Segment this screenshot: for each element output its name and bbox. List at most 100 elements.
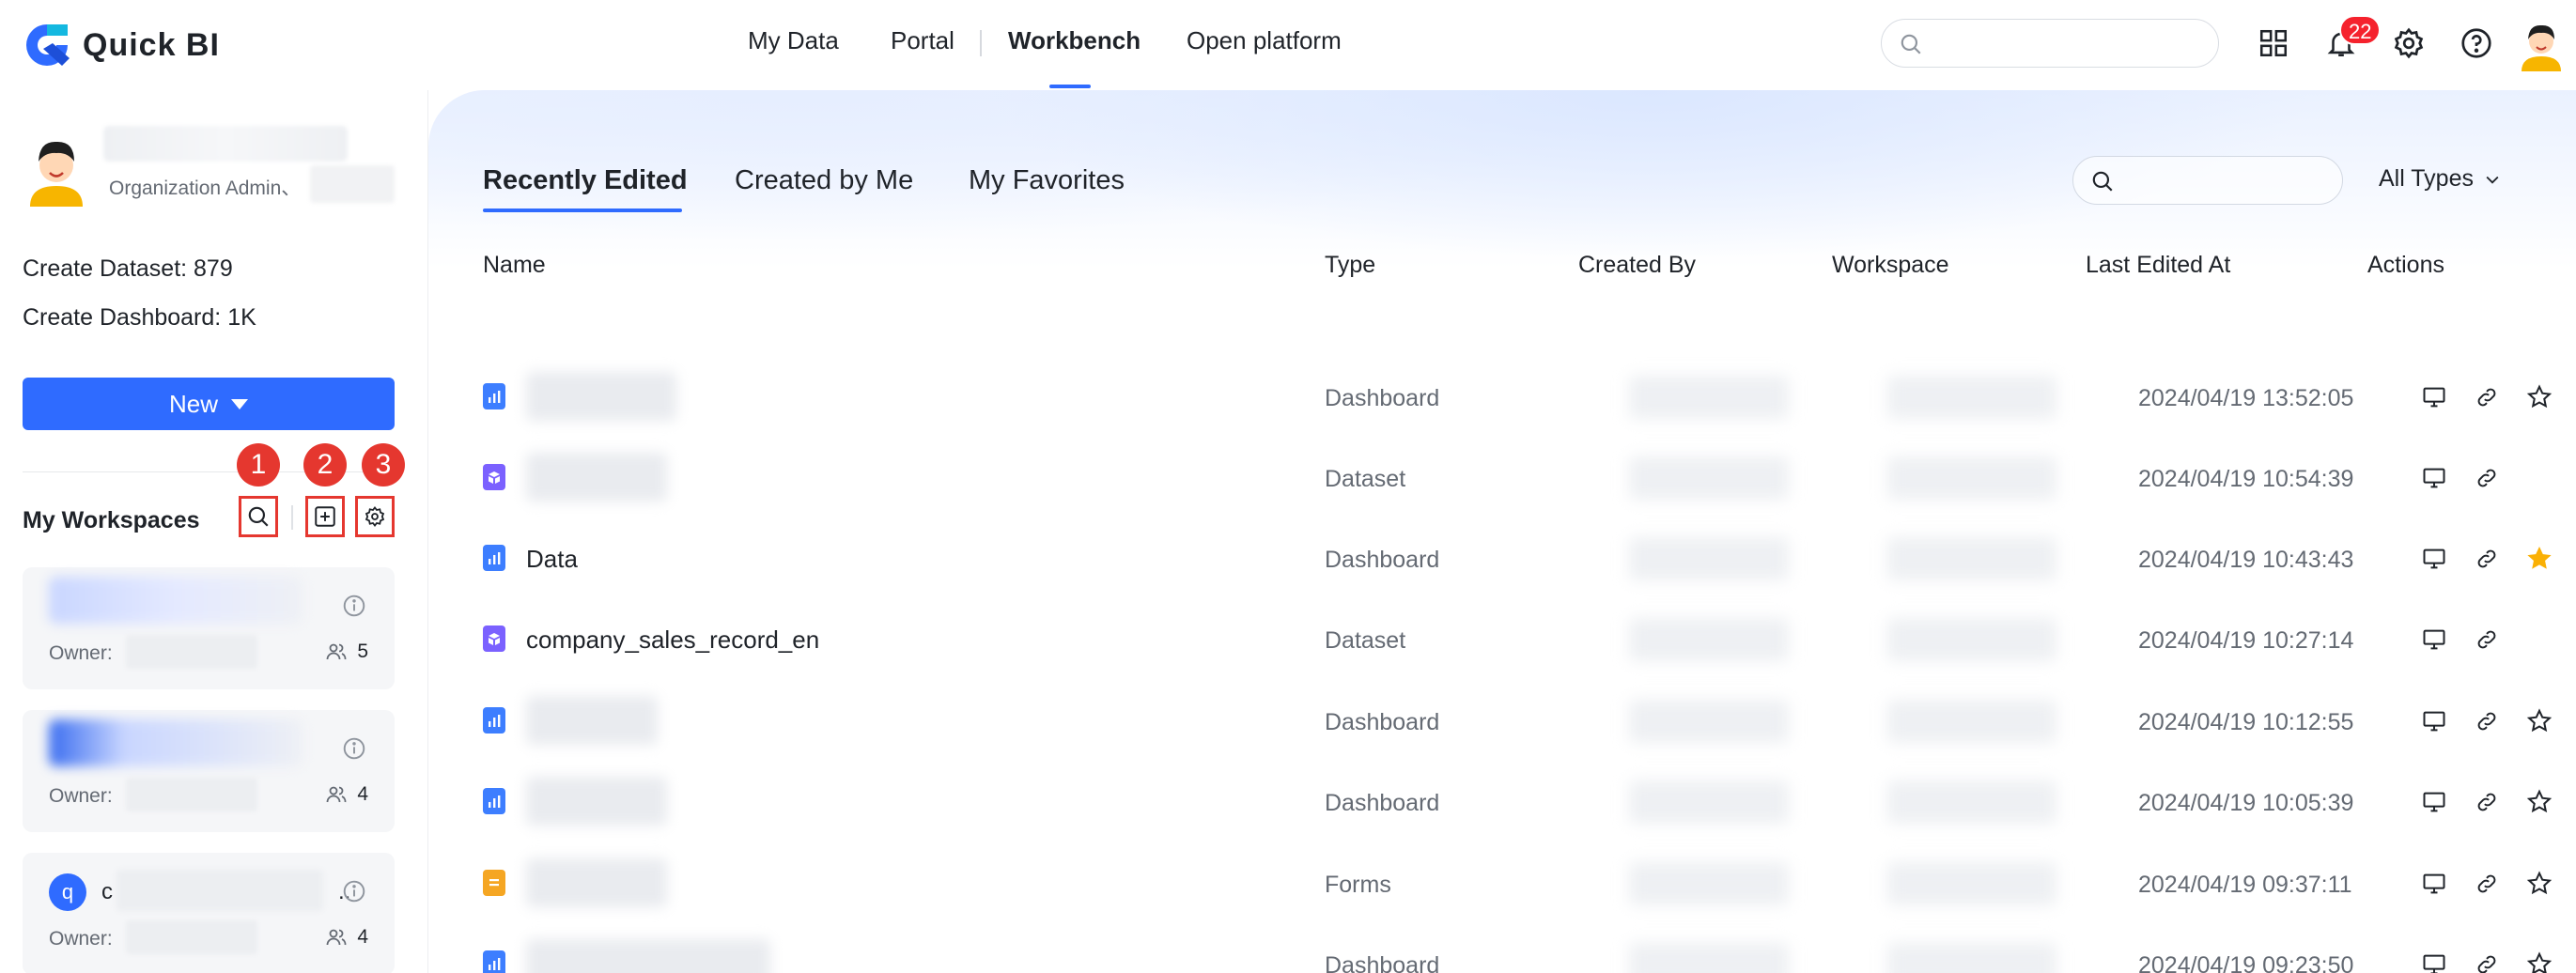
help-icon[interactable]	[2458, 24, 2495, 62]
dashboard-icon	[483, 950, 505, 973]
table-row[interactable]: Forms 2024/04/19 09:37:11	[483, 842, 2553, 922]
preview-monitor-icon[interactable]	[2420, 950, 2448, 973]
resource-type: Forms	[1325, 872, 1391, 898]
nav-workbench[interactable]: Workbench	[1008, 26, 1141, 55]
callout-marker-1: 1	[237, 443, 280, 486]
last-edited-at: 2024/04/19 10:54:39	[2138, 466, 2354, 492]
nav-open-platform[interactable]: Open platform	[1187, 26, 1342, 55]
tab-recently-edited[interactable]: Recently Edited	[483, 165, 688, 196]
table-row[interactable]: Dataset 2024/04/19 10:54:39	[483, 436, 2550, 517]
table-row[interactable]: Data Dashboard 2024/04/19 10:43:43	[483, 517, 2553, 597]
add-workspace-button[interactable]	[305, 496, 345, 537]
table-row[interactable]: Dashboard 2024/04/19 10:05:39	[483, 760, 2553, 841]
nav-portal[interactable]: Portal	[891, 26, 954, 55]
app-logo[interactable]: Quick BI	[21, 21, 220, 70]
last-edited-at: 2024/04/19 13:52:05	[2138, 385, 2354, 411]
user-avatar-icon[interactable]	[2518, 19, 2565, 71]
link-icon[interactable]	[2473, 383, 2501, 411]
table-row[interactable]: Dashboard 2024/04/19 13:52:05	[483, 355, 2553, 436]
user-name-redacted	[103, 126, 348, 162]
column-header-type: Type	[1325, 252, 1376, 278]
resource-search[interactable]	[2072, 156, 2343, 205]
link-icon[interactable]	[2473, 950, 2501, 973]
resource-search-input[interactable]	[2124, 164, 2331, 196]
stat-create-dataset: Create Dataset: 879	[23, 255, 233, 283]
resource-name-redacted	[526, 777, 667, 826]
link-icon[interactable]	[2473, 870, 2501, 898]
search-icon	[248, 506, 269, 527]
users-icon	[326, 643, 347, 660]
table-row[interactable]: Dashboard 2024/04/19 10:12:55	[483, 679, 2553, 760]
link-icon[interactable]	[2473, 464, 2501, 492]
preview-monitor-icon[interactable]	[2420, 464, 2448, 492]
preview-monitor-icon[interactable]	[2420, 545, 2448, 573]
created-by-redacted	[1629, 700, 1789, 743]
created-by-redacted	[1629, 376, 1789, 419]
info-icon[interactable]	[342, 594, 366, 618]
search-workspace-button[interactable]	[239, 496, 278, 537]
owner-name-redacted	[126, 920, 257, 954]
preview-monitor-icon[interactable]	[2420, 626, 2448, 654]
tab-created-by-me[interactable]: Created by Me	[735, 165, 913, 196]
member-count-value: 4	[357, 926, 368, 948]
type-filter-select[interactable]: All Types	[2379, 165, 2502, 193]
star-filled-icon[interactable]	[2525, 545, 2553, 573]
resource-type: Dataset	[1325, 466, 1406, 492]
dashboard-icon	[483, 788, 505, 814]
global-search[interactable]	[1881, 19, 2219, 68]
gear-icon	[365, 506, 385, 527]
created-by-redacted	[1629, 618, 1789, 661]
info-icon[interactable]	[342, 736, 366, 761]
column-header-workspace: Workspace	[1832, 252, 1949, 278]
preview-monitor-icon[interactable]	[2420, 788, 2448, 816]
created-by-redacted	[1629, 456, 1789, 500]
workspace-name-redacted	[116, 870, 323, 911]
link-icon[interactable]	[2473, 788, 2501, 816]
my-workspaces-title: My Workspaces	[23, 507, 200, 533]
workspace-redacted	[1887, 456, 2056, 500]
last-edited-at: 2024/04/19 10:43:43	[2138, 547, 2354, 573]
preview-monitor-icon[interactable]	[2420, 707, 2448, 735]
member-count: 4	[325, 926, 368, 949]
gear-icon[interactable]	[2390, 24, 2428, 62]
resource-type: Dashboard	[1325, 547, 1440, 573]
created-by-redacted	[1629, 862, 1789, 905]
link-icon[interactable]	[2473, 545, 2501, 573]
quick-bi-logo-icon	[26, 24, 70, 66]
star-icon[interactable]	[2525, 950, 2553, 973]
resource-name[interactable]: Data	[526, 545, 578, 574]
search-icon	[1901, 34, 1921, 54]
table-row[interactable]: Dashboard 2024/04/19 09:23:50	[483, 922, 2553, 973]
workspace-redacted	[1887, 537, 2056, 580]
new-button[interactable]: New	[23, 378, 395, 430]
star-icon[interactable]	[2525, 788, 2553, 816]
profile-avatar-icon	[30, 141, 83, 207]
global-search-input[interactable]	[1931, 27, 2203, 59]
forms-icon	[483, 870, 505, 896]
preview-monitor-icon[interactable]	[2420, 383, 2448, 411]
info-icon[interactable]	[342, 879, 366, 904]
app-grid-icon[interactable]	[2255, 24, 2292, 62]
type-filter-value: All Types	[2379, 165, 2474, 192]
workspace-card[interactable]: Owner: 5	[23, 567, 395, 689]
top-bar: Quick BI My Data Portal Workbench Open p…	[0, 0, 2576, 90]
star-icon[interactable]	[2525, 383, 2553, 411]
star-icon[interactable]	[2525, 870, 2553, 898]
users-icon	[326, 929, 347, 946]
resource-name[interactable]: company_sales_record_en	[526, 626, 819, 655]
chevron-down-icon	[2486, 176, 2499, 184]
workspace-card[interactable]: q c .. Owner: 4	[23, 853, 395, 973]
workspace-card[interactable]: Owner: 4	[23, 710, 395, 832]
created-by-redacted	[1629, 780, 1789, 824]
link-icon[interactable]	[2473, 707, 2501, 735]
stat-dataset-value: 879	[194, 255, 233, 282]
nav-my-data[interactable]: My Data	[748, 26, 839, 55]
link-icon[interactable]	[2473, 626, 2501, 654]
resource-name-redacted	[526, 372, 676, 421]
preview-monitor-icon[interactable]	[2420, 870, 2448, 898]
workspace-settings-button[interactable]	[355, 496, 395, 537]
member-count: 5	[325, 641, 368, 663]
table-row[interactable]: company_sales_record_en Dataset 2024/04/19…	[483, 597, 2550, 678]
star-icon[interactable]	[2525, 707, 2553, 735]
tab-my-favorites[interactable]: My Favorites	[969, 165, 1125, 196]
